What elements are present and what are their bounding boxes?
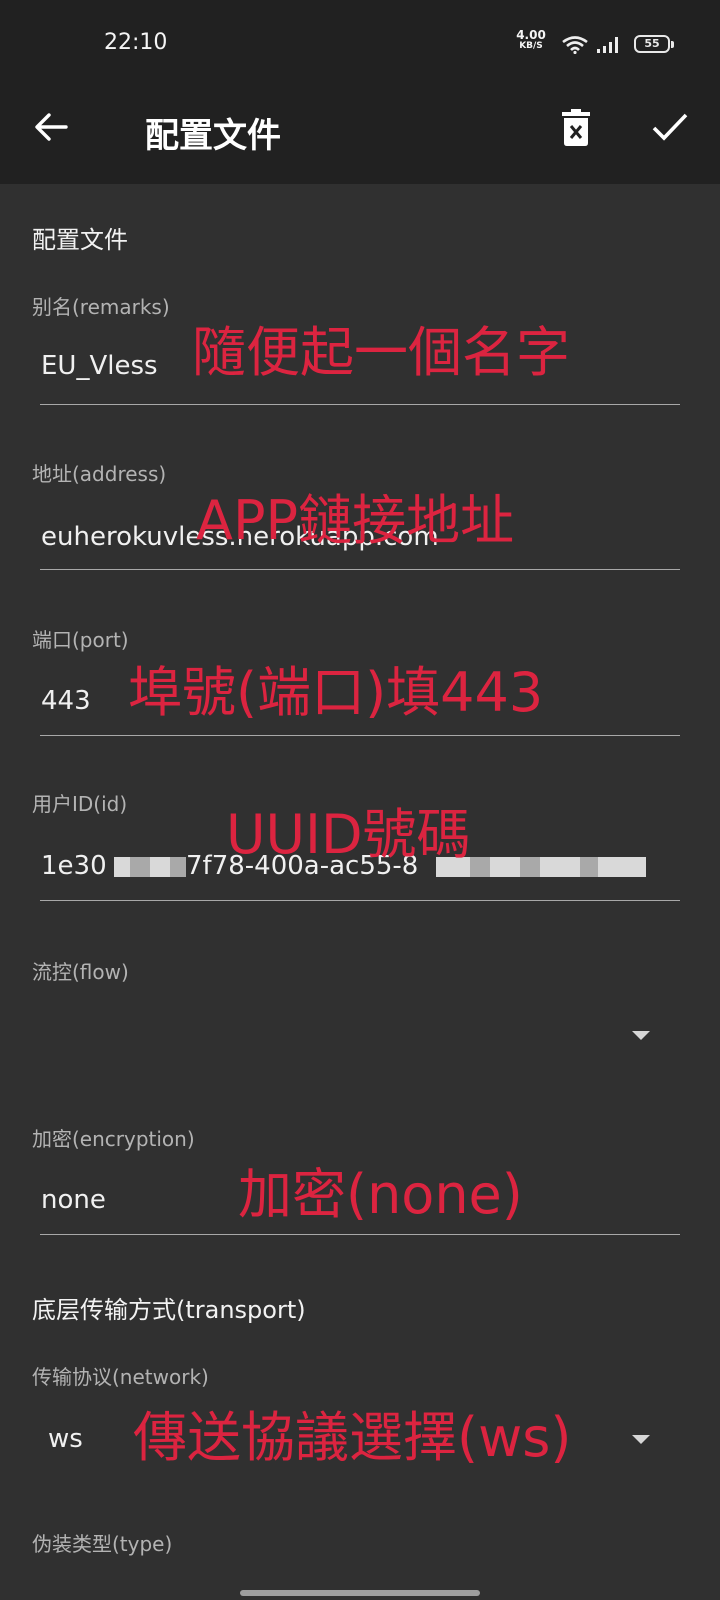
port-underline xyxy=(40,735,680,736)
delete-icon[interactable] xyxy=(560,108,592,148)
address-underline xyxy=(40,569,680,570)
user-id-underline xyxy=(40,900,680,901)
redaction-block xyxy=(540,857,580,877)
redaction-block xyxy=(470,857,490,877)
network-label: 传输协议(network) xyxy=(32,1365,209,1389)
network-annotation: 傳送協議選擇(ws) xyxy=(133,1406,572,1469)
chevron-down-icon[interactable] xyxy=(632,1031,650,1040)
net-speed-indicator: 4.00 KB/S xyxy=(514,28,548,52)
chevron-down-icon[interactable] xyxy=(632,1435,650,1444)
app-bar: 配置文件 xyxy=(0,72,720,184)
remarks-underline xyxy=(40,404,680,405)
section-transport-header: 底层传输方式(transport) xyxy=(32,1296,306,1324)
status-time: 22:10 xyxy=(104,30,168,55)
page-title: 配置文件 xyxy=(145,116,281,156)
signal-icon xyxy=(597,37,618,53)
redaction-block xyxy=(130,857,150,877)
status-bar: 22:10 4.00 KB/S 55 xyxy=(0,0,720,72)
redaction-block xyxy=(150,857,170,877)
check-icon[interactable] xyxy=(651,108,689,146)
redaction-block xyxy=(598,857,646,877)
port-input[interactable]: 443 xyxy=(41,686,91,716)
net-speed-unit: KB/S xyxy=(519,41,543,51)
section-profile-header: 配置文件 xyxy=(32,226,128,254)
arrow-left-icon[interactable] xyxy=(32,108,70,146)
port-label: 端口(port) xyxy=(32,628,129,652)
redaction-block xyxy=(580,857,598,877)
wifi-icon xyxy=(562,36,588,54)
remarks-label: 别名(remarks) xyxy=(32,295,170,319)
encryption-annotation: 加密(none) xyxy=(238,1163,523,1226)
encryption-underline xyxy=(40,1234,680,1235)
redaction-block xyxy=(520,857,540,877)
address-label: 地址(address) xyxy=(32,462,167,486)
home-indicator[interactable] xyxy=(240,1590,480,1596)
user-id-annotation: UUID號碼 xyxy=(226,803,471,866)
redaction-block xyxy=(490,857,520,877)
port-annotation: 埠號(端口)填443 xyxy=(128,661,544,724)
type-label: 伪装类型(type) xyxy=(32,1532,173,1556)
remarks-input[interactable]: EU_Vless xyxy=(41,351,158,381)
battery-icon: 55 xyxy=(634,35,674,53)
encryption-input[interactable]: none xyxy=(41,1185,106,1215)
redaction-block xyxy=(114,857,130,877)
encryption-label: 加密(encryption) xyxy=(32,1127,195,1151)
redaction-block xyxy=(170,857,186,877)
network-select[interactable]: ws xyxy=(48,1424,83,1454)
address-annotation: APP鏈接地址 xyxy=(196,489,515,552)
remarks-annotation: 隨便起一個名字 xyxy=(192,321,570,384)
user-id-value-start[interactable]: 1e30 xyxy=(41,851,107,881)
user-id-label: 用户ID(id) xyxy=(32,792,128,816)
net-speed-value: 4.00 xyxy=(516,28,546,42)
flow-label: 流控(flow) xyxy=(32,960,129,984)
